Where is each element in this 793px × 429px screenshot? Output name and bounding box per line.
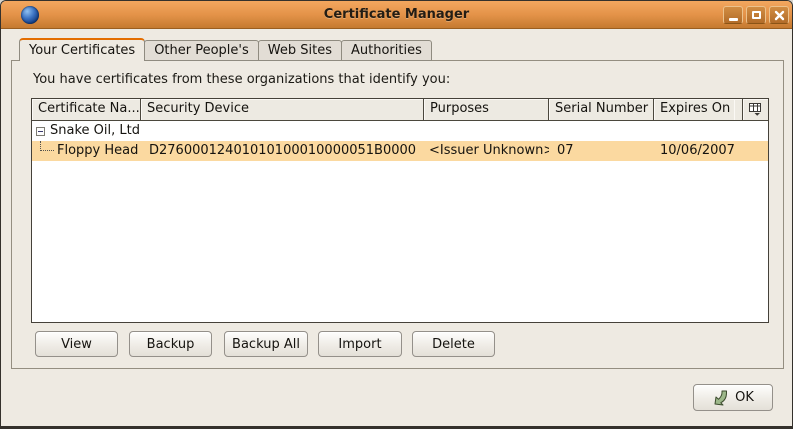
tab-label: Authorities xyxy=(351,43,422,58)
column-picker-icon xyxy=(749,103,762,116)
tab-your-certificates[interactable]: Your Certificates xyxy=(19,38,145,61)
tab-bar: Your Certificates Other People's Web Sit… xyxy=(19,38,431,61)
cell-security-device: D27600012401010100010000051B0000 xyxy=(141,141,424,161)
import-button[interactable]: Import xyxy=(318,331,402,357)
tree-branch-line xyxy=(40,141,54,151)
table-row-floppy-head[interactable]: Floppy Head D27600012401010100010000051B… xyxy=(32,141,768,161)
backup-button[interactable]: Backup xyxy=(129,331,212,357)
minimize-button[interactable] xyxy=(723,6,743,24)
column-header-expires-on[interactable]: Expires On xyxy=(654,99,734,121)
column-header-serial-number[interactable]: Serial Number xyxy=(549,99,654,121)
maximize-button[interactable] xyxy=(746,6,766,24)
titlebar[interactable]: Certificate Manager xyxy=(1,1,792,29)
column-picker-button[interactable] xyxy=(742,99,768,121)
view-button[interactable]: View xyxy=(35,331,118,357)
tab-web-sites[interactable]: Web Sites xyxy=(258,40,342,61)
tab-label: Web Sites xyxy=(268,43,332,58)
certificate-manager-window: Certificate Manager Your Certificates Ot… xyxy=(0,0,793,429)
table-row-snake-oil-ltd[interactable]: Snake Oil, Ltd xyxy=(32,121,768,141)
close-icon xyxy=(774,10,785,21)
column-header-purposes[interactable]: Purposes xyxy=(424,99,549,121)
collapse-expander-icon[interactable] xyxy=(36,127,45,136)
column-header-security-device[interactable]: Security Device xyxy=(141,99,424,121)
delete-button[interactable]: Delete xyxy=(412,331,495,357)
close-button[interactable] xyxy=(769,6,789,24)
maximize-icon xyxy=(752,11,761,19)
group-name: Snake Oil, Ltd xyxy=(50,121,140,141)
window-title: Certificate Manager xyxy=(1,7,792,22)
column-header-filler xyxy=(734,99,742,121)
cell-purposes: <Issuer Unknown> xyxy=(424,141,549,161)
ok-button[interactable]: OK xyxy=(693,384,773,411)
tab-label: Your Certificates xyxy=(29,43,135,58)
window-controls xyxy=(723,6,789,24)
backup-all-button[interactable]: Backup All xyxy=(224,331,308,357)
tab-other-peoples[interactable]: Other People's xyxy=(144,40,259,61)
tab-label: Other People's xyxy=(154,43,249,58)
tab-authorities[interactable]: Authorities xyxy=(341,40,432,61)
cell-certificate-name: Floppy Head xyxy=(32,141,141,161)
certificate-name: Floppy Head xyxy=(57,141,138,161)
table-header: Certificate Na... Security Device Purpos… xyxy=(32,99,768,121)
cell-serial-number: 07 xyxy=(549,141,654,161)
ok-green-arrow-icon xyxy=(712,390,730,406)
cell-expires-on: 10/06/2007 xyxy=(654,141,734,161)
ok-button-label: OK xyxy=(735,390,754,405)
panel-description: You have certificates from these organiz… xyxy=(33,72,450,87)
column-header-certificate-name[interactable]: Certificate Na... xyxy=(32,99,141,121)
certificates-table: Certificate Na... Security Device Purpos… xyxy=(31,98,769,323)
minimize-icon xyxy=(729,18,738,21)
